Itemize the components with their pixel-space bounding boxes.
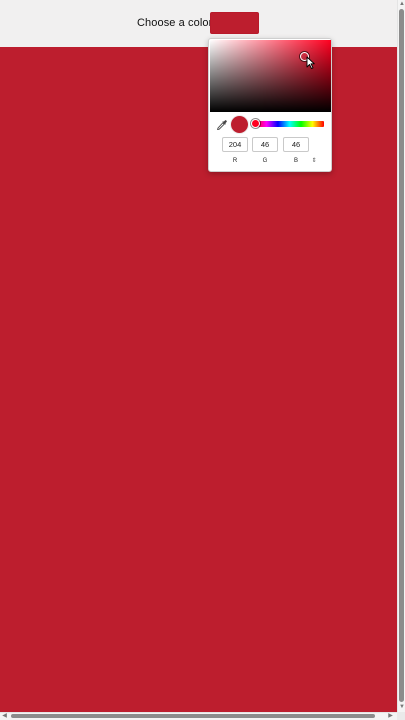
value-gradient [210, 40, 331, 112]
hue-slider-handle[interactable] [251, 119, 260, 128]
blue-channel-label: B [293, 158, 298, 164]
vertical-scrollbar-thumb[interactable] [399, 9, 404, 702]
color-preview-canvas [0, 47, 397, 712]
color-picker-popup: 204 46 46 R G B ⇕ [208, 38, 332, 172]
scrollbar-corner [397, 712, 405, 720]
green-channel-label: G [262, 158, 268, 164]
hue-slider[interactable] [255, 121, 324, 127]
horizontal-scrollbar[interactable]: ◀ ▶ [0, 712, 405, 720]
eyedropper-icon[interactable] [216, 119, 228, 131]
color-input-swatch[interactable] [210, 12, 259, 34]
top-bar: Choose a color: [0, 0, 397, 47]
mouse-cursor-icon [306, 56, 315, 69]
scroll-right-arrow-icon[interactable]: ▶ [387, 713, 394, 720]
mode-toggle-button[interactable]: ⇕ [310, 157, 318, 166]
green-channel-input[interactable]: 46 [252, 137, 278, 152]
vertical-scrollbar[interactable]: ▲ ▼ [397, 0, 405, 712]
scroll-left-arrow-icon[interactable]: ◀ [1, 713, 8, 720]
scroll-up-arrow-icon[interactable]: ▲ [399, 1, 405, 7]
horizontal-scrollbar-thumb[interactable] [11, 714, 375, 718]
blue-channel-input[interactable]: 46 [283, 137, 309, 152]
red-channel-input[interactable]: 204 [222, 137, 248, 152]
saturation-value-area[interactable] [210, 40, 331, 112]
scroll-down-arrow-icon[interactable]: ▼ [399, 704, 405, 710]
choose-color-label: Choose a color: [137, 17, 216, 29]
red-channel-label: R [232, 158, 238, 164]
current-color-preview [231, 116, 248, 133]
up-down-arrows-icon: ⇕ [311, 158, 317, 164]
